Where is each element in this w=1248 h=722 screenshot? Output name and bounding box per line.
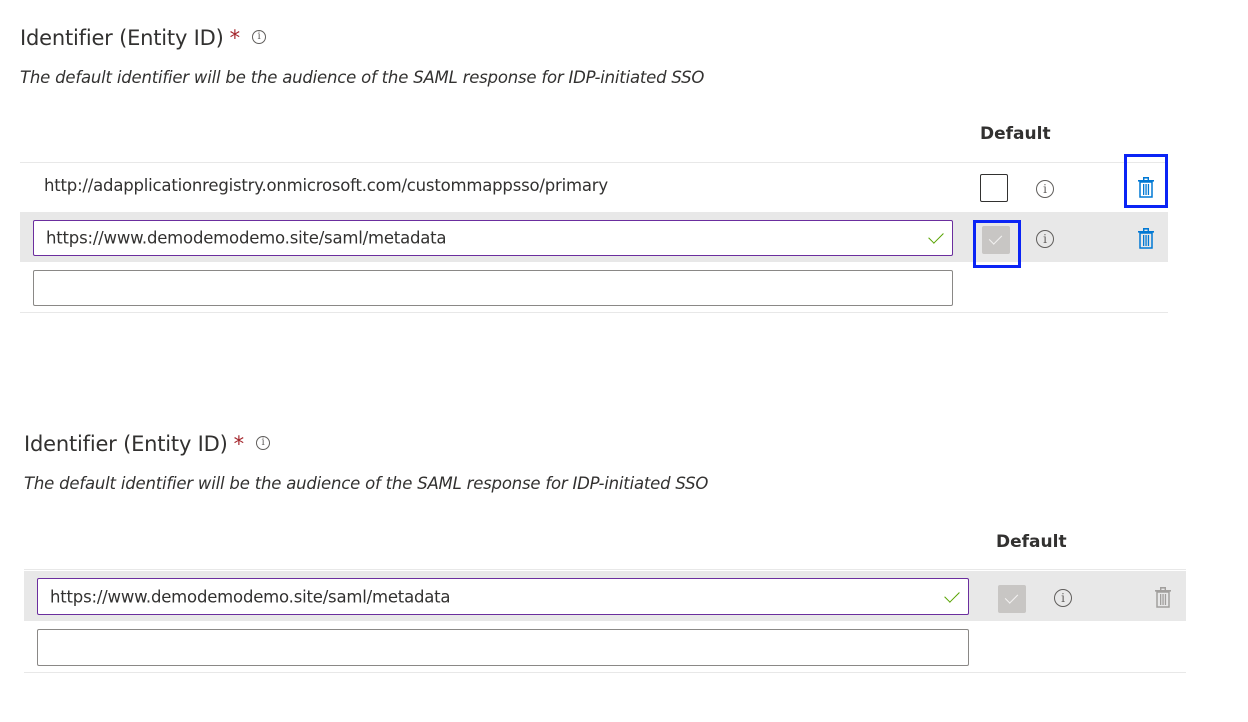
required-marker: * — [229, 26, 241, 50]
checkmark-icon — [928, 228, 944, 244]
section-title-text: Identifier (Entity ID) — [24, 432, 228, 456]
identifier-input[interactable]: https://www.demodemodemo.site/saml/metad… — [37, 578, 969, 615]
info-icon[interactable]: i — [255, 436, 270, 450]
divider — [24, 672, 1186, 673]
default-checkbox — [998, 585, 1026, 613]
highlight-box — [973, 220, 1021, 268]
section-description: The default identifier will be the audie… — [20, 68, 705, 87]
info-icon[interactable]: i — [1036, 180, 1054, 198]
info-icon[interactable]: i — [251, 30, 266, 44]
identifier-input-value: https://www.demodemodemo.site/saml/metad… — [50, 587, 451, 606]
divider — [20, 312, 1168, 313]
checkmark-icon — [944, 586, 960, 603]
required-marker: * — [233, 432, 245, 456]
identifier-input-value: https://www.demodemodemo.site/saml/metad… — [46, 228, 447, 248]
new-identifier-input[interactable] — [37, 629, 969, 666]
divider — [20, 162, 1168, 163]
section-description: The default identifier will be the audie… — [24, 474, 709, 493]
new-identifier-input[interactable] — [33, 270, 953, 306]
default-checkbox[interactable] — [980, 174, 1008, 202]
highlight-box — [1124, 154, 1168, 208]
info-icon[interactable]: i — [1054, 589, 1072, 607]
section-title: Identifier (Entity ID) * i — [24, 432, 270, 456]
info-icon[interactable]: i — [1036, 230, 1054, 248]
default-column-header: Default — [996, 532, 1067, 552]
section-title-text: Identifier (Entity ID) — [20, 26, 224, 50]
trash-icon — [1155, 587, 1171, 608]
default-column-header: Default — [980, 124, 1051, 144]
identifier-value[interactable]: http://adapplicationregistry.onmicrosoft… — [44, 176, 608, 195]
identifier-input[interactable]: https://www.demodemodemo.site/saml/metad… — [33, 220, 953, 256]
section-title: Identifier (Entity ID) * i — [20, 26, 266, 50]
trash-icon[interactable] — [1137, 227, 1155, 249]
divider — [24, 569, 1186, 570]
